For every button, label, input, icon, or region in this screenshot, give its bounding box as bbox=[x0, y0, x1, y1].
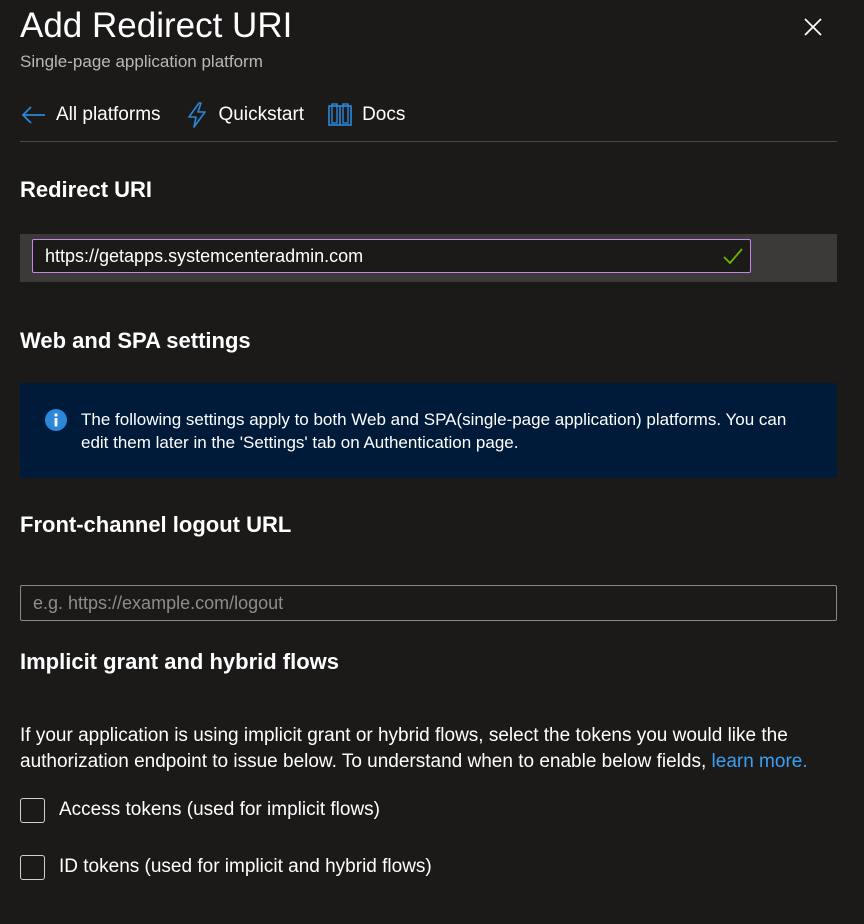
close-icon bbox=[804, 18, 822, 36]
command-bar: All platforms Quickstart Docs bbox=[20, 96, 427, 134]
redirect-uri-input[interactable] bbox=[33, 240, 713, 272]
implicit-description-text: If your application is using implicit gr… bbox=[20, 725, 788, 772]
page-subtitle: Single-page application platform bbox=[20, 52, 263, 71]
id-tokens-checkbox-row[interactable]: ID tokens (used for implicit and hybrid … bbox=[20, 854, 432, 880]
book-icon bbox=[326, 101, 354, 129]
implicit-grant-heading: Implicit grant and hybrid flows bbox=[20, 649, 340, 674]
info-message-bar: The following settings apply to both Web… bbox=[20, 383, 837, 478]
arrow-left-icon bbox=[20, 101, 48, 129]
info-icon bbox=[45, 409, 67, 431]
all-platforms-button[interactable]: All platforms bbox=[20, 101, 161, 129]
page-title: Add Redirect URI bbox=[20, 6, 293, 45]
lightning-icon bbox=[183, 101, 211, 129]
access-tokens-checkbox[interactable] bbox=[20, 797, 45, 823]
checkmark-icon bbox=[723, 248, 743, 265]
id-tokens-label: ID tokens (used for implicit and hybrid … bbox=[59, 856, 432, 877]
access-tokens-checkbox-row[interactable]: Access tokens (used for implicit flows) bbox=[20, 797, 380, 823]
implicit-grant-description: If your application is using implicit gr… bbox=[20, 723, 845, 775]
docs-button[interactable]: Docs bbox=[326, 101, 405, 129]
learn-more-link[interactable]: learn more. bbox=[712, 751, 808, 772]
access-tokens-label: Access tokens (used for implicit flows) bbox=[59, 799, 380, 820]
front-channel-logout-heading: Front-channel logout URL bbox=[20, 512, 292, 537]
quickstart-button[interactable]: Quickstart bbox=[183, 101, 305, 129]
info-message-text: The following settings apply to both Web… bbox=[81, 410, 787, 452]
all-platforms-label: All platforms bbox=[56, 104, 161, 125]
id-tokens-checkbox[interactable] bbox=[20, 854, 45, 880]
close-button[interactable] bbox=[798, 12, 828, 42]
redirect-uri-field bbox=[32, 239, 751, 273]
logout-url-input[interactable] bbox=[20, 585, 837, 621]
quickstart-label: Quickstart bbox=[218, 104, 305, 125]
web-spa-settings-heading: Web and SPA settings bbox=[20, 328, 251, 353]
header-divider bbox=[20, 141, 837, 142]
redirect-uri-heading: Redirect URI bbox=[20, 177, 153, 202]
docs-label: Docs bbox=[362, 104, 406, 125]
